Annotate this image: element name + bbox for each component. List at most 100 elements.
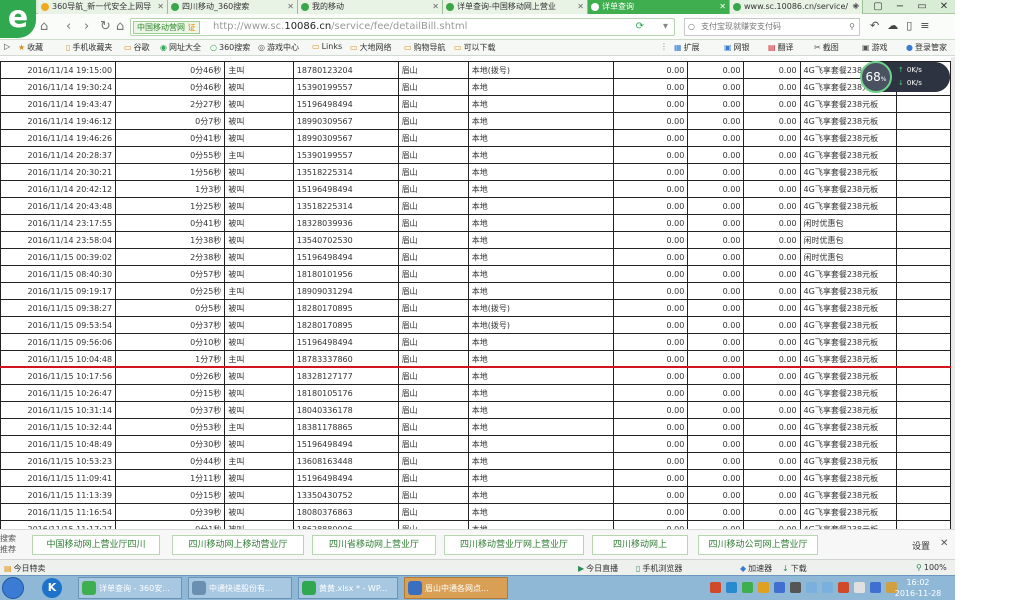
fav-screenshot[interactable]: ✂ 截图 xyxy=(814,42,839,53)
tab-close-icon[interactable]: ✕ xyxy=(287,0,294,13)
fav-extend[interactable]: ▦ 扩展 xyxy=(674,42,700,53)
tab-close-icon[interactable]: ✕ xyxy=(432,0,439,13)
fav-google[interactable]: ▭ 谷歌 xyxy=(124,42,150,53)
tray-app-icon[interactable] xyxy=(758,582,769,593)
tab-my-mobile[interactable]: 我的移动 ✕ xyxy=(298,0,443,14)
fav-urls[interactable]: ◉ 网址大全 xyxy=(160,42,201,53)
taskbar-item-wps[interactable]: 黄黄.xlsx * - WP... xyxy=(298,577,398,599)
tab-360-nav[interactable]: 360导航_新一代安全上网导 ✕ xyxy=(38,0,168,14)
taskbar-item-zto[interactable]: 中通快递股份有... xyxy=(188,577,292,599)
fav-mobile[interactable]: ▯ 手机收藏夹 xyxy=(66,42,112,53)
dropdown-chevron-icon[interactable]: ▾ xyxy=(663,21,668,32)
network-icon[interactable] xyxy=(806,582,817,593)
table-row: 2016/11/15 10:31:14 0分37秒 被叫 18040336178 眉山本… xyxy=(0,401,951,419)
fav-360search[interactable]: ○ 360搜索 xyxy=(210,42,250,53)
zoom-level[interactable]: ⚲ 100% xyxy=(916,563,947,572)
input-method-icon[interactable] xyxy=(870,582,881,593)
tray-app-icon[interactable] xyxy=(710,582,721,593)
tray-app-icon[interactable] xyxy=(838,582,849,593)
skin-button[interactable]: ▢ xyxy=(867,0,889,14)
table-cell: 本地 xyxy=(467,163,615,181)
new-tab-button[interactable]: + xyxy=(845,0,867,14)
search-input[interactable]: ○ 支付宝现就赚安支付码 ⚲ xyxy=(684,18,860,36)
suggestion-item[interactable]: 中国移动网上营业厅四川 xyxy=(32,535,160,555)
table-cell: 被叫 xyxy=(224,401,294,419)
today-sale-link[interactable]: ▤ 今日特卖 xyxy=(4,563,46,574)
table-cell: 被叫 xyxy=(224,231,294,249)
tab-sc10086[interactable]: www.sc.10086.cn/service/✕ xyxy=(730,0,863,14)
table-cell: 0.00 xyxy=(687,469,745,487)
clock[interactable]: 16:02 2016-11-28 xyxy=(888,577,948,599)
today-live-link[interactable]: ▶ 今日直播 xyxy=(578,563,618,574)
fav-links[interactable]: ▭ Links xyxy=(312,42,342,51)
table-row: 2016/11/15 10:26:47 0分15秒 被叫 18180105176 眉山本… xyxy=(0,384,951,402)
table-cell xyxy=(895,384,951,402)
tray-app-icon[interactable] xyxy=(854,582,865,593)
table-cell: 4G飞享套餐238元板 xyxy=(799,163,897,181)
k-app-icon[interactable]: K xyxy=(42,578,62,598)
fav-collect[interactable]: ★ 收藏 xyxy=(18,42,43,53)
tab-bill-query-cmcc[interactable]: 详单查询-中国移动网上营业 ✕ xyxy=(443,0,588,14)
search-submit-icon[interactable]: ⚲ xyxy=(849,19,855,35)
more-icon[interactable]: ⋮ xyxy=(660,42,668,51)
accelerator-link[interactable]: ◆ 加速器 xyxy=(740,563,772,574)
suggestion-item[interactable]: 四川省移动网上营业厅 xyxy=(312,535,436,555)
home-page-icon[interactable]: ⌂ xyxy=(116,19,124,34)
table-cell: 18280170895 xyxy=(292,316,399,334)
tray-app-icon[interactable] xyxy=(774,582,785,593)
table-cell: 0.00 xyxy=(743,299,801,317)
taskbar-item-meishan[interactable]: 眉山中通各网点... xyxy=(404,577,508,599)
fav-download[interactable]: ▭ 可以下载 xyxy=(454,42,496,53)
table-cell: 主叫 xyxy=(224,282,294,300)
table-cell: 0.00 xyxy=(613,214,689,232)
suggestion-settings-button[interactable]: 设置 xyxy=(912,539,930,552)
favorites-toggle-icon[interactable]: ▷ xyxy=(4,42,10,51)
network-speed-widget[interactable]: 68% ↑ 0K/s ↓ 0K/s xyxy=(860,61,950,93)
taskbar-item-browser[interactable]: 详单查询 - 360安... xyxy=(78,577,182,599)
refresh-icon[interactable]: ↻ xyxy=(100,19,111,34)
url-input[interactable]: 中国移动营网 证 http://www.sc.10086.cn/service/… xyxy=(130,18,675,36)
tab-sichuan-search[interactable]: 四川移动_360搜索 ✕ xyxy=(168,0,298,14)
back-icon[interactable]: ‹ xyxy=(66,19,71,34)
menu-icon[interactable]: ≡ xyxy=(920,19,929,32)
suggestion-item[interactable]: 四川移动网上移动营业厅 xyxy=(172,535,304,555)
minimize-button[interactable]: − xyxy=(889,0,911,14)
fav-login[interactable]: ● 登录管家 xyxy=(906,42,947,53)
fav-games[interactable]: ◎ 游戏中心 xyxy=(258,42,299,53)
home-icon[interactable]: ⌂ xyxy=(40,19,48,34)
download-link[interactable]: ↓ 下载 xyxy=(782,563,807,574)
start-button[interactable] xyxy=(2,577,24,599)
fav-game[interactable]: ▣ 游戏 xyxy=(862,42,888,53)
search-icon: ○ xyxy=(688,22,695,31)
zoom-icon: ⚲ xyxy=(916,563,922,572)
browser-logo[interactable]: e xyxy=(0,0,36,38)
suggestion-item[interactable]: 四川移动营业厅网上营业厅 xyxy=(444,535,584,555)
fav-dadi[interactable]: ▭ 大地网络 xyxy=(350,42,392,53)
fav-bank[interactable]: ▣ 网银 xyxy=(724,42,750,53)
fav-shopping[interactable]: ▭ 购物导航 xyxy=(404,42,446,53)
tab-close-icon[interactable]: ✕ xyxy=(719,0,726,13)
cloud-icon[interactable]: ☁ xyxy=(887,19,898,32)
close-window-button[interactable]: ✕ xyxy=(933,0,955,14)
forward-icon[interactable]: › xyxy=(84,19,89,34)
tray-app-icon[interactable] xyxy=(790,582,801,593)
tab-close-icon[interactable]: ✕ xyxy=(157,0,164,13)
undo-icon[interactable]: ↶ xyxy=(870,19,879,32)
maximize-button[interactable]: ▭ xyxy=(911,0,933,14)
suggestion-item[interactable]: 四川移动网上 xyxy=(592,535,688,555)
table-cell: 0.00 xyxy=(687,129,745,147)
tray-app-icon[interactable] xyxy=(742,582,753,593)
tab-close-icon[interactable]: ✕ xyxy=(577,0,584,13)
tab-bill-query[interactable]: 详单查询 ✕ xyxy=(588,0,730,14)
site-verified-badge[interactable]: 中国移动营网 证 xyxy=(133,21,200,34)
close-icon[interactable]: ✕ xyxy=(940,538,948,549)
fav-translate[interactable]: ▤ 翻译 xyxy=(768,42,794,53)
tray-app-icon[interactable] xyxy=(726,582,737,593)
mobile-browser-link[interactable]: ▯ 手机浏览器 xyxy=(636,563,682,574)
suggestion-item[interactable]: 四川移动公司网上营业厅 xyxy=(698,535,818,555)
speed-mode-icon[interactable]: ⟳ xyxy=(636,21,644,32)
table-cell xyxy=(895,146,951,164)
volume-icon[interactable] xyxy=(822,582,833,593)
bill-table-body: 2016/11/14 19:15:00 0分46秒 主叫 18780123204 眉山本… xyxy=(0,61,951,529)
phone-icon[interactable]: ▯ xyxy=(906,19,912,32)
